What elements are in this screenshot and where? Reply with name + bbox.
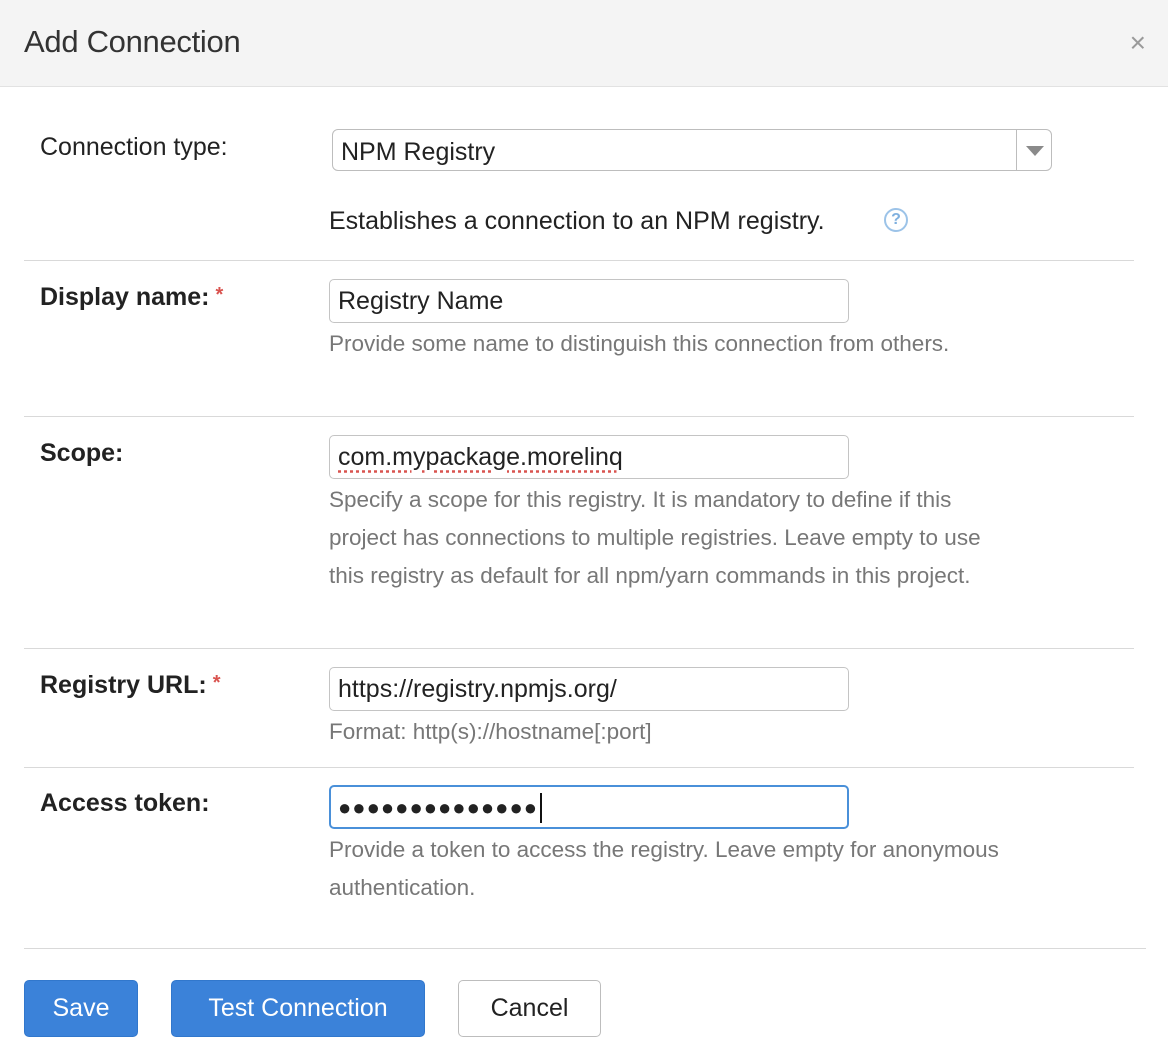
- display-name-label: Display name: *: [40, 283, 223, 312]
- display-name-input[interactable]: Registry Name: [329, 279, 849, 323]
- required-marker: *: [215, 284, 224, 306]
- divider: [24, 260, 1134, 261]
- display-name-label-text: Display name:: [40, 283, 210, 311]
- divider: [24, 648, 1134, 649]
- registry-url-label: Registry URL: *: [40, 671, 220, 700]
- test-connection-button[interactable]: Test Connection: [171, 980, 425, 1037]
- connection-type-label: Connection type:: [40, 133, 228, 161]
- required-marker: *: [212, 672, 221, 694]
- add-connection-dialog: Add Connection × Connection type: NPM Re…: [0, 0, 1168, 1062]
- access-token-masked-value: ●●●●●●●●●●●●●●: [338, 795, 539, 820]
- connection-type-select[interactable]: NPM Registry: [332, 129, 1052, 171]
- close-icon[interactable]: ×: [1130, 28, 1146, 58]
- connection-type-value: NPM Registry: [341, 138, 496, 166]
- scope-input[interactable]: com.mypackage.morelinq: [329, 435, 849, 479]
- dialog-header: Add Connection ×: [0, 0, 1168, 87]
- footer-divider: [24, 948, 1146, 949]
- dropdown-toggle[interactable]: [1016, 130, 1051, 170]
- scope-value: com.mypackage.morelinq: [338, 443, 623, 471]
- access-token-label: Access token:: [40, 789, 210, 817]
- registry-url-label-text: Registry URL:: [40, 671, 207, 699]
- divider: [24, 767, 1134, 768]
- scope-label: Scope:: [40, 439, 124, 467]
- access-token-hint: Provide a token to access the registry. …: [329, 837, 999, 900]
- scope-hint: Specify a scope for this registry. It is…: [329, 487, 981, 588]
- help-icon[interactable]: ?: [884, 208, 908, 232]
- cancel-button[interactable]: Cancel: [458, 980, 601, 1037]
- connection-type-description: Establishes a connection to an NPM regis…: [329, 207, 825, 235]
- text-caret: [540, 793, 543, 824]
- registry-url-hint: Format: http(s)://hostname[:port]: [329, 719, 652, 744]
- dialog-title: Add Connection: [24, 24, 241, 59]
- registry-url-input[interactable]: https://registry.npmjs.org/: [329, 667, 849, 711]
- access-token-input[interactable]: ●●●●●●●●●●●●●●: [329, 785, 849, 829]
- save-button[interactable]: Save: [24, 980, 138, 1037]
- divider: [24, 416, 1134, 417]
- display-name-hint: Provide some name to distinguish this co…: [329, 331, 950, 356]
- chevron-down-icon: [1026, 146, 1044, 156]
